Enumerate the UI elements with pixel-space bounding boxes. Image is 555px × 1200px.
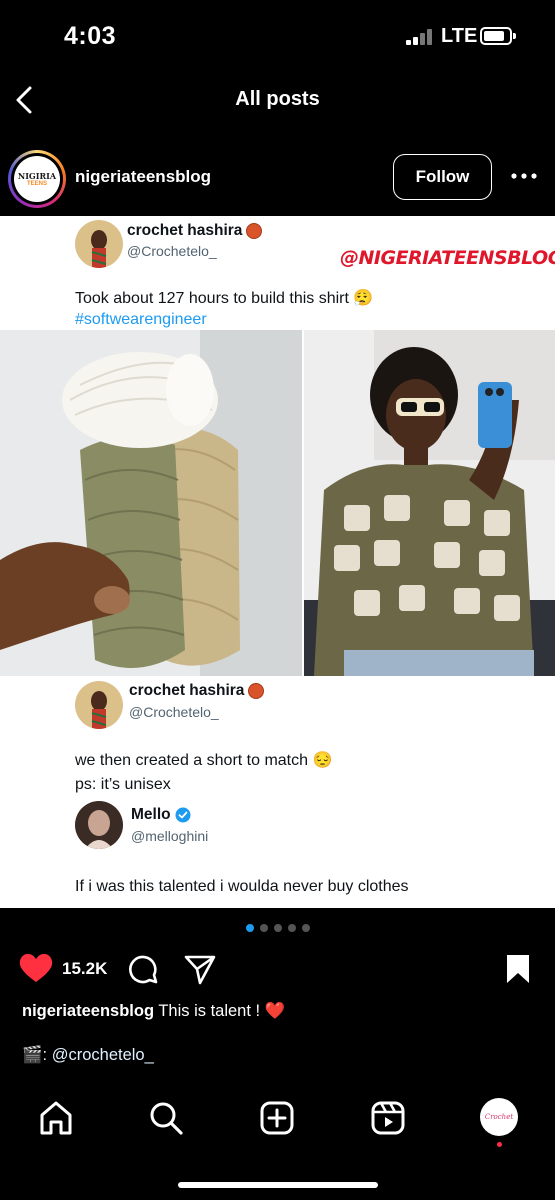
verified-badge-icon: [175, 807, 191, 823]
tweet-author-handle: @Crochetelo_: [129, 704, 219, 720]
crochet-shirt-photo: [304, 330, 555, 676]
comment-icon[interactable]: [127, 953, 159, 985]
quote-text: If i was this talented i woulda never bu…: [75, 878, 409, 895]
carousel-dot: [301, 924, 310, 932]
follow-button[interactable]: Follow: [393, 154, 492, 200]
navigation-bar: All posts: [0, 72, 555, 130]
credit-prefix: 🎬:: [22, 1046, 52, 1064]
post-caption: nigeriateensblog This is talent ! ❤️: [22, 1002, 285, 1021]
quote-avatar: [75, 801, 123, 849]
tweet-text-line2: ps: it’s unisex: [75, 776, 171, 793]
post-media[interactable]: crochet hashira @Crochetelo_ @NIGERIATEE…: [0, 216, 555, 908]
profile-avatar-logo-text: Crochet: [484, 1113, 514, 1121]
tweet-text-line1: we then created a short to match 😔: [75, 752, 333, 769]
post-username[interactable]: nigeriateensblog: [75, 167, 211, 187]
profile-tab-avatar[interactable]: Crochet: [480, 1098, 518, 1136]
carousel-dot: [287, 924, 296, 932]
tweet-card: crochet hashira @Crochetelo_ @NIGERIATEE…: [0, 216, 555, 330]
post-header: NIGIRIA TEENS nigeriateensblog Follow: [0, 130, 555, 216]
yarn-ball-icon: [246, 223, 263, 239]
like-count[interactable]: 15.2K: [62, 959, 107, 979]
network-type: LTE: [441, 25, 478, 47]
logo-text-line2: TEENS: [26, 181, 47, 187]
credit-handle-link[interactable]: @crochetelo_: [52, 1046, 154, 1064]
home-icon[interactable]: [36, 1098, 76, 1138]
tweet-text: Took about 127 hours to build this shirt…: [75, 290, 374, 307]
nigeriateens-logo: NIGIRIA TEENS: [14, 156, 60, 202]
notification-dot: [497, 1142, 502, 1147]
cellular-signal-icon: [406, 29, 436, 45]
yarn-photo: [0, 330, 302, 676]
watermark: @NIGERIATEENSBLOG: [340, 247, 555, 269]
status-time: 4:03: [64, 22, 117, 50]
caption-text: This is talent ! ❤️: [158, 1002, 286, 1020]
share-icon[interactable]: [183, 953, 217, 985]
tweet-hashtag[interactable]: #softwearengineer: [75, 309, 207, 331]
create-post-icon[interactable]: [257, 1098, 297, 1138]
home-indicator[interactable]: [178, 1182, 378, 1188]
reels-icon[interactable]: [368, 1098, 408, 1138]
status-bar: 4:03 LTE: [0, 0, 555, 72]
carousel-indicator: [0, 924, 555, 936]
more-options-icon[interactable]: [510, 172, 538, 180]
tweet-author-handle: @Crochetelo_: [127, 243, 217, 259]
tweet-avatar: [75, 220, 123, 268]
caption-credit: 🎬: @crochetelo_: [22, 1046, 154, 1065]
tweet-author-name: crochet hashira: [129, 682, 265, 700]
quote-author-handle: @melloghini: [131, 828, 209, 844]
search-icon[interactable]: [146, 1098, 186, 1138]
carousel-dot: [259, 924, 268, 932]
post-actions: 15.2K: [0, 944, 555, 994]
heart-icon[interactable]: [18, 952, 54, 984]
battery-icon: [480, 27, 516, 45]
logo-text-line1: NIGIRIA: [17, 171, 57, 181]
carousel-dot: [273, 924, 282, 932]
avatar[interactable]: NIGIRIA TEENS: [8, 150, 66, 208]
carousel-dot: [245, 924, 254, 932]
tweet-card: crochet hashira @Crochetelo_ we then cre…: [0, 676, 555, 908]
quote-author-name: Mello: [131, 806, 191, 824]
yarn-ball-icon: [248, 683, 265, 699]
tweet-avatar: [75, 681, 123, 729]
page-title: All posts: [235, 88, 320, 110]
bookmark-icon[interactable]: [504, 953, 532, 985]
caption-username[interactable]: nigeriateensblog: [22, 1002, 154, 1020]
bottom-tab-bar: Crochet: [0, 1082, 555, 1200]
tweet-author-name: crochet hashira: [127, 222, 263, 240]
